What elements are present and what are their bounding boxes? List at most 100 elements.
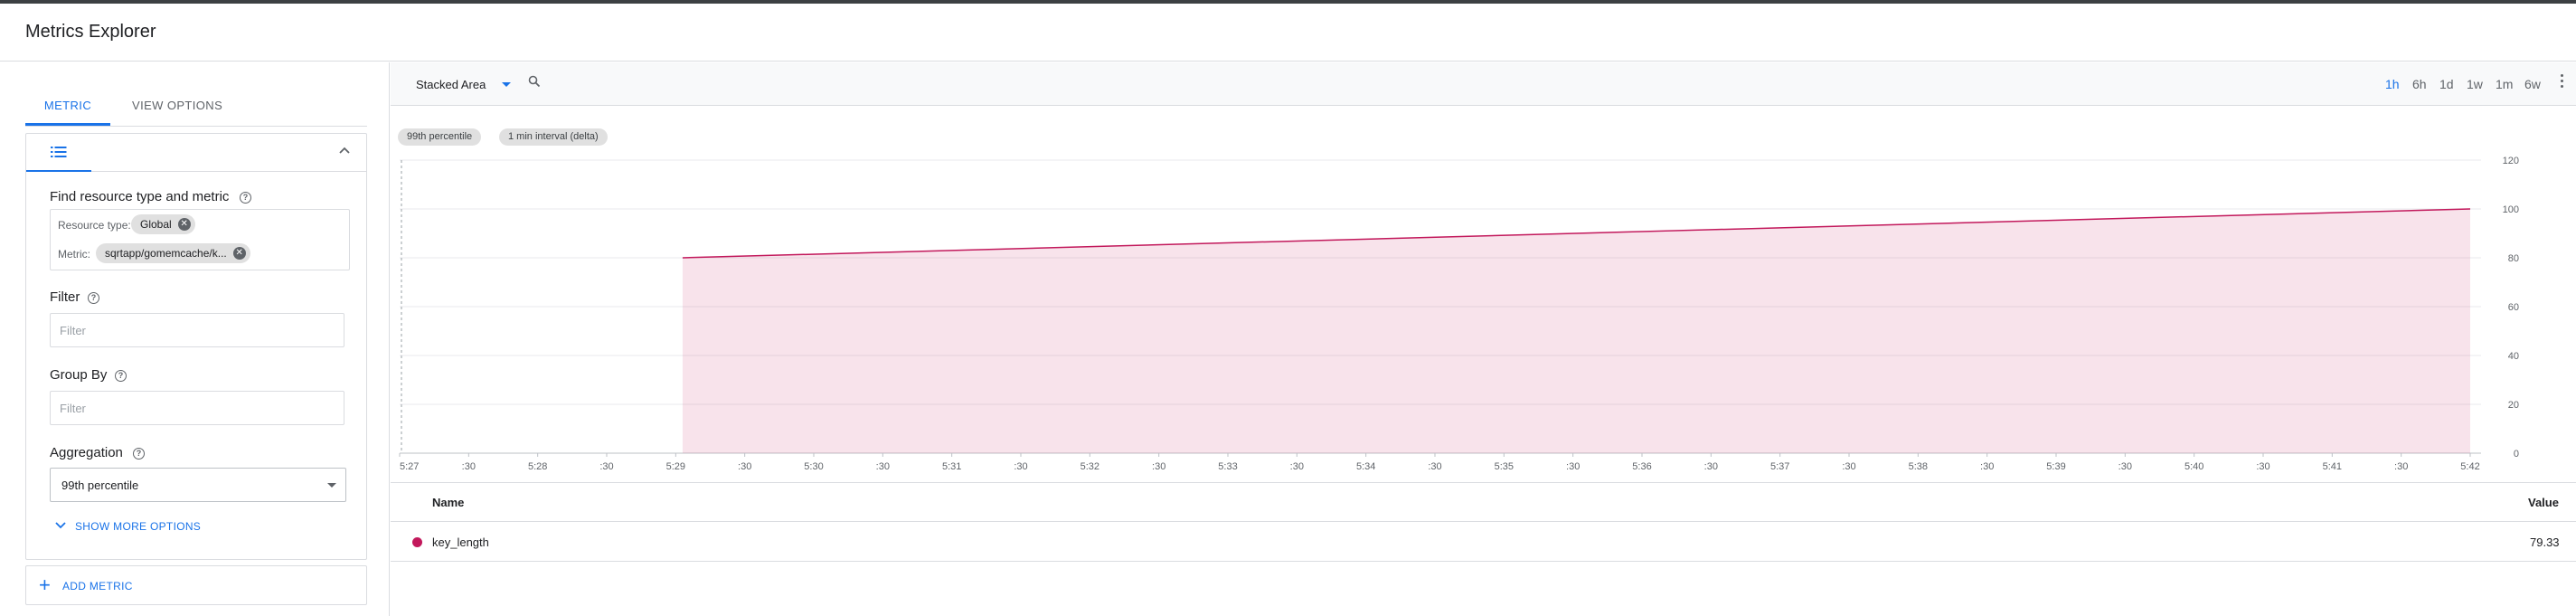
x-tick-label: :30 [1290, 461, 1304, 472]
remove-chip-icon[interactable]: ✕ [177, 218, 191, 231]
x-tick-label: 5:35 [1495, 461, 1514, 472]
x-tick-label: :30 [1842, 461, 1855, 472]
page-header: Metrics Explorer [0, 4, 2576, 62]
series-area [682, 209, 2470, 453]
chart-toolbar: Stacked Area 1h 6h 1d 1w 1m 6w [391, 62, 2576, 106]
x-tick-label: :30 [1566, 461, 1580, 472]
series-name: key_length [432, 535, 489, 549]
help-icon[interactable]: ? [240, 192, 251, 204]
x-tick-label: 5:42 [2460, 461, 2479, 472]
x-tick-label: :30 [738, 461, 751, 472]
show-more-label: SHOW MORE OPTIONS [75, 520, 202, 533]
page-title: Metrics Explorer [25, 22, 156, 42]
group-by-label: Group By [50, 367, 108, 383]
help-icon[interactable]: ? [133, 448, 145, 460]
x-tick-label: 5:31 [942, 461, 961, 472]
add-metric-button[interactable]: + ADD METRIC [25, 565, 367, 605]
add-metric-label: ADD METRIC [62, 580, 133, 592]
resource-type-label: Resource type: [58, 219, 131, 232]
range-6w[interactable]: 6w [2524, 77, 2541, 91]
stacked-area-chart: 0 20 40 60 80 100 120 5:27 :30 5:28 :30 5:29 :30 5:30… [399, 156, 2519, 472]
filter-input[interactable]: Filter [50, 313, 344, 347]
x-tick-label: :30 [2256, 461, 2269, 472]
aggregation-label: Aggregation [50, 445, 123, 460]
y-tick-label: 60 [2508, 302, 2519, 313]
x-tick-label: :30 [876, 461, 890, 472]
aggregation-value: 99th percentile [61, 479, 139, 492]
range-1w[interactable]: 1w [2467, 77, 2483, 91]
range-6h[interactable]: 6h [2412, 77, 2427, 91]
tabs-divider [25, 126, 367, 127]
x-tick-label: 5:30 [804, 461, 823, 472]
x-tick-label: 5:29 [666, 461, 685, 472]
x-tick-label: 5:32 [1080, 461, 1099, 472]
search-icon[interactable] [528, 75, 541, 88]
x-tick-label: :30 [1152, 461, 1165, 472]
series-color-dot [412, 537, 422, 547]
metric-value: sqrtapp/gomemcache/k... [105, 247, 227, 260]
tab-view-options[interactable]: VIEW OPTIONS [132, 86, 241, 126]
chart-panel: Stacked Area 1h 6h 1d 1w 1m 6w 99th perc… [391, 62, 2576, 616]
filter-label: Filter [50, 289, 80, 305]
x-tick-label: 5:40 [2184, 461, 2203, 472]
table-row[interactable]: key_length 79.33 [391, 522, 2576, 562]
interval-chip: 1 min interval (delta) [499, 128, 608, 146]
x-tick-label: 5:37 [1770, 461, 1789, 472]
x-tick-label: 5:38 [1909, 461, 1928, 472]
help-icon[interactable]: ? [88, 292, 99, 304]
chart-type-dropdown-icon[interactable] [502, 82, 511, 87]
x-tick-label: :30 [2118, 461, 2132, 472]
y-tick-label: 80 [2508, 253, 2519, 264]
more-vert-icon[interactable] [2561, 74, 2564, 90]
metric-chip[interactable]: sqrtapp/gomemcache/k... ✕ [96, 243, 250, 263]
value-column-header[interactable]: Value [2528, 496, 2559, 509]
group-by-input[interactable]: Filter [50, 391, 344, 425]
x-tick-label: 5:39 [2046, 461, 2065, 472]
tab-metric[interactable]: METRIC [25, 86, 110, 126]
series-value: 79.33 [2530, 535, 2560, 549]
x-tick-label: 5:36 [1632, 461, 1651, 472]
resource-type-chip[interactable]: Global ✕ [131, 214, 195, 234]
resource-metric-box: Resource type: Global ✕ Metric: sqrtapp/… [50, 209, 350, 270]
find-resource-label: Find resource type and metric [50, 189, 230, 204]
percentile-chip: 99th percentile [398, 128, 482, 146]
metric-card-header [26, 134, 366, 172]
resource-type-value: Global [140, 218, 172, 231]
x-tick-label: 5:27 [400, 461, 419, 472]
x-tick-label: :30 [1980, 461, 1994, 472]
metric-list-tab[interactable] [26, 134, 91, 172]
y-tick-label: 120 [2503, 156, 2519, 166]
show-more-options-button[interactable]: SHOW MORE OPTIONS [55, 520, 201, 533]
y-tick-label: 100 [2503, 204, 2519, 215]
y-tick-label: 0 [2514, 449, 2519, 460]
chart-type-label[interactable]: Stacked Area [416, 78, 486, 91]
y-tick-label: 40 [2508, 351, 2519, 362]
x-tick-label: :30 [2394, 461, 2408, 472]
x-tick-label: :30 [599, 461, 613, 472]
legend-table-header: Name Value [391, 482, 2576, 522]
remove-chip-icon[interactable]: ✕ [232, 247, 246, 260]
x-tick-label: :30 [1428, 461, 1441, 472]
name-column-header[interactable]: Name [432, 496, 464, 509]
chevron-up-icon[interactable] [339, 147, 350, 154]
x-tick-label: :30 [462, 461, 476, 472]
range-1m[interactable]: 1m [2496, 77, 2513, 91]
help-icon[interactable]: ? [115, 370, 127, 382]
y-tick-label: 20 [2508, 400, 2519, 411]
chevron-down-icon [55, 522, 66, 529]
x-tick-label: :30 [1014, 461, 1027, 472]
metric-label: Metric: [58, 248, 90, 261]
plus-icon: + [39, 573, 52, 596]
x-tick-label: 5:33 [1218, 461, 1237, 472]
metric-config-panel: METRIC VIEW OPTIONS Find resource type a… [0, 62, 390, 616]
x-tick-label: 5:28 [528, 461, 547, 472]
range-1h[interactable]: 1h [2385, 77, 2400, 91]
metric-card: Find resource type and metric ? Resource… [25, 133, 367, 560]
dropdown-caret-icon [327, 483, 336, 488]
x-tick-label: :30 [1704, 461, 1718, 472]
range-1d[interactable]: 1d [2439, 77, 2454, 91]
x-tick-label: 5:34 [1356, 461, 1375, 472]
list-icon [51, 147, 67, 157]
config-tabs: METRIC VIEW OPTIONS [25, 86, 369, 126]
aggregation-select[interactable]: 99th percentile [50, 468, 346, 502]
